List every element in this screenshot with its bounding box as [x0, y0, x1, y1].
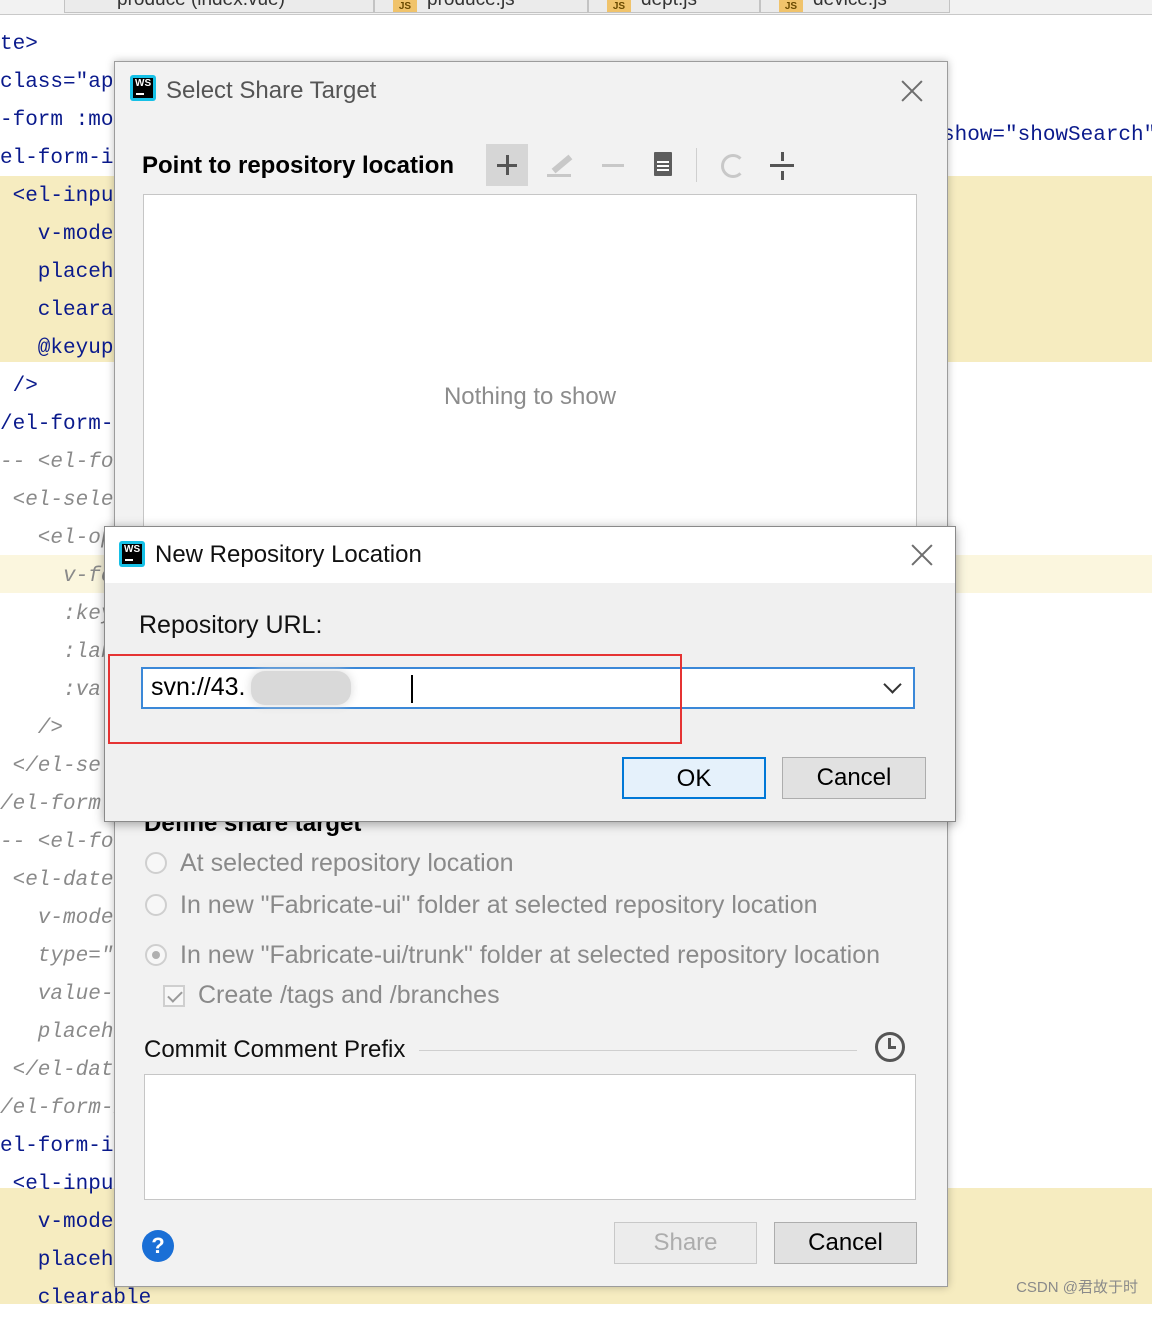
code-line: /el-form-: [0, 793, 114, 816]
empty-list-text: Nothing to show: [443, 383, 617, 410]
toolbar-separator: [696, 148, 697, 182]
code-line: type=": [0, 945, 114, 968]
code-line: <el-inpu: [0, 1173, 114, 1196]
refresh-icon[interactable]: [711, 144, 753, 186]
watermark: CSDN @君故于时: [1016, 1279, 1138, 1296]
close-icon[interactable]: [900, 79, 924, 103]
code-line: value-f: [0, 983, 127, 1006]
code-line: el-form-i: [0, 1135, 114, 1158]
checkbox-label: Create /tags and /branches: [198, 981, 500, 1009]
option-label: In new "Fabricate-ui" folder at selected…: [180, 891, 818, 919]
js-file-icon: JS: [607, 0, 631, 12]
annotation-highlight-box: [108, 654, 682, 744]
help-icon[interactable]: ?: [142, 1230, 174, 1262]
code-line: te>: [0, 33, 38, 56]
separator-line: [419, 1050, 857, 1051]
code-line: placeho: [0, 261, 127, 284]
editor-tab-bar: produce (index.vue) JS produce.js JS dept.…: [0, 0, 1152, 15]
code-line-fragment: show="showSearch": [942, 124, 1152, 147]
code-line: /el-form-: [0, 413, 114, 436]
share-button[interactable]: Share: [614, 1222, 757, 1264]
cancel-button[interactable]: Cancel: [782, 757, 926, 799]
radio-button[interactable]: [145, 894, 167, 916]
document-icon[interactable]: [642, 144, 684, 186]
dialog-title: Select Share Target: [166, 77, 377, 104]
code-line: :lab: [0, 641, 114, 664]
minus-icon[interactable]: [591, 144, 633, 186]
code-line: placeho: [0, 1249, 127, 1272]
radio-button-selected[interactable]: [145, 944, 167, 966]
code-line: <el-date: [0, 869, 114, 892]
code-line: :key: [0, 603, 114, 626]
code-line: <el-op: [0, 527, 114, 550]
code-line: v-mode: [0, 907, 114, 930]
js-file-icon: JS: [779, 0, 803, 12]
webstorm-icon: WS: [119, 541, 145, 567]
tab-device-js[interactable]: JS device.js: [760, 0, 950, 13]
history-clock-icon[interactable]: [875, 1032, 905, 1062]
code-line: v-fo: [0, 565, 114, 588]
code-line: @keyup.: [0, 337, 127, 360]
ok-button[interactable]: OK: [622, 757, 766, 799]
dialog-title-bar: WS Select Share Target: [115, 62, 947, 119]
code-line: </el-date: [0, 1059, 127, 1082]
code-line: />: [0, 717, 64, 740]
tab-dept-js[interactable]: JS dept.js: [588, 0, 760, 13]
dialog-title-bar: WS New Repository Location: [105, 527, 955, 583]
cancel-button[interactable]: Cancel: [774, 1222, 917, 1264]
tab-label: produce.js: [427, 0, 515, 10]
code-line: -- <el-fo: [0, 831, 114, 854]
tab-produce-vue[interactable]: produce (index.vue): [64, 0, 374, 13]
checkbox[interactable]: [163, 985, 185, 1007]
tab-label: dept.js: [641, 0, 697, 10]
code-line: v-mode: [0, 223, 114, 246]
webstorm-icon: WS: [130, 75, 156, 101]
code-line: <el-inpu: [0, 185, 114, 208]
code-line: cleara: [0, 299, 114, 322]
plus-icon[interactable]: [486, 144, 528, 186]
pencil-icon[interactable]: [539, 144, 581, 186]
code-line: />: [0, 375, 38, 398]
close-icon[interactable]: [910, 543, 934, 567]
repository-location-list[interactable]: Nothing to show: [143, 194, 917, 536]
code-line: </el-sel: [0, 755, 114, 778]
tab-produce-js[interactable]: JS produce.js: [374, 0, 588, 13]
commit-comment-prefix-label: Commit Comment Prefix: [144, 1036, 406, 1063]
repository-url-label: Repository URL:: [139, 611, 323, 639]
code-line: el-form-i: [0, 147, 114, 170]
dialog-title: New Repository Location: [155, 541, 422, 568]
js-file-icon: JS: [393, 0, 417, 12]
code-line: /el-form-i: [0, 1097, 127, 1120]
commit-comment-textarea[interactable]: [144, 1074, 916, 1200]
code-line: -form :mo: [0, 109, 114, 132]
code-line: class="ap: [0, 71, 114, 94]
code-line: :val: [0, 679, 114, 702]
section-title: Point to repository location: [142, 152, 455, 179]
tab-label: device.js: [813, 0, 887, 10]
code-line: placeho: [0, 1021, 127, 1044]
option-label: At selected repository location: [180, 849, 514, 877]
code-line: -- <el-fo: [0, 451, 114, 474]
code-line: v-mode: [0, 1211, 114, 1234]
code-line: <el-sele: [0, 489, 114, 512]
collapse-icon[interactable]: [761, 144, 803, 186]
chevron-down-icon[interactable]: [883, 675, 902, 694]
option-label: In new "Fabricate-ui/trunk" folder at se…: [180, 941, 881, 969]
tab-label: produce (index.vue): [117, 0, 285, 10]
radio-button[interactable]: [145, 852, 167, 874]
